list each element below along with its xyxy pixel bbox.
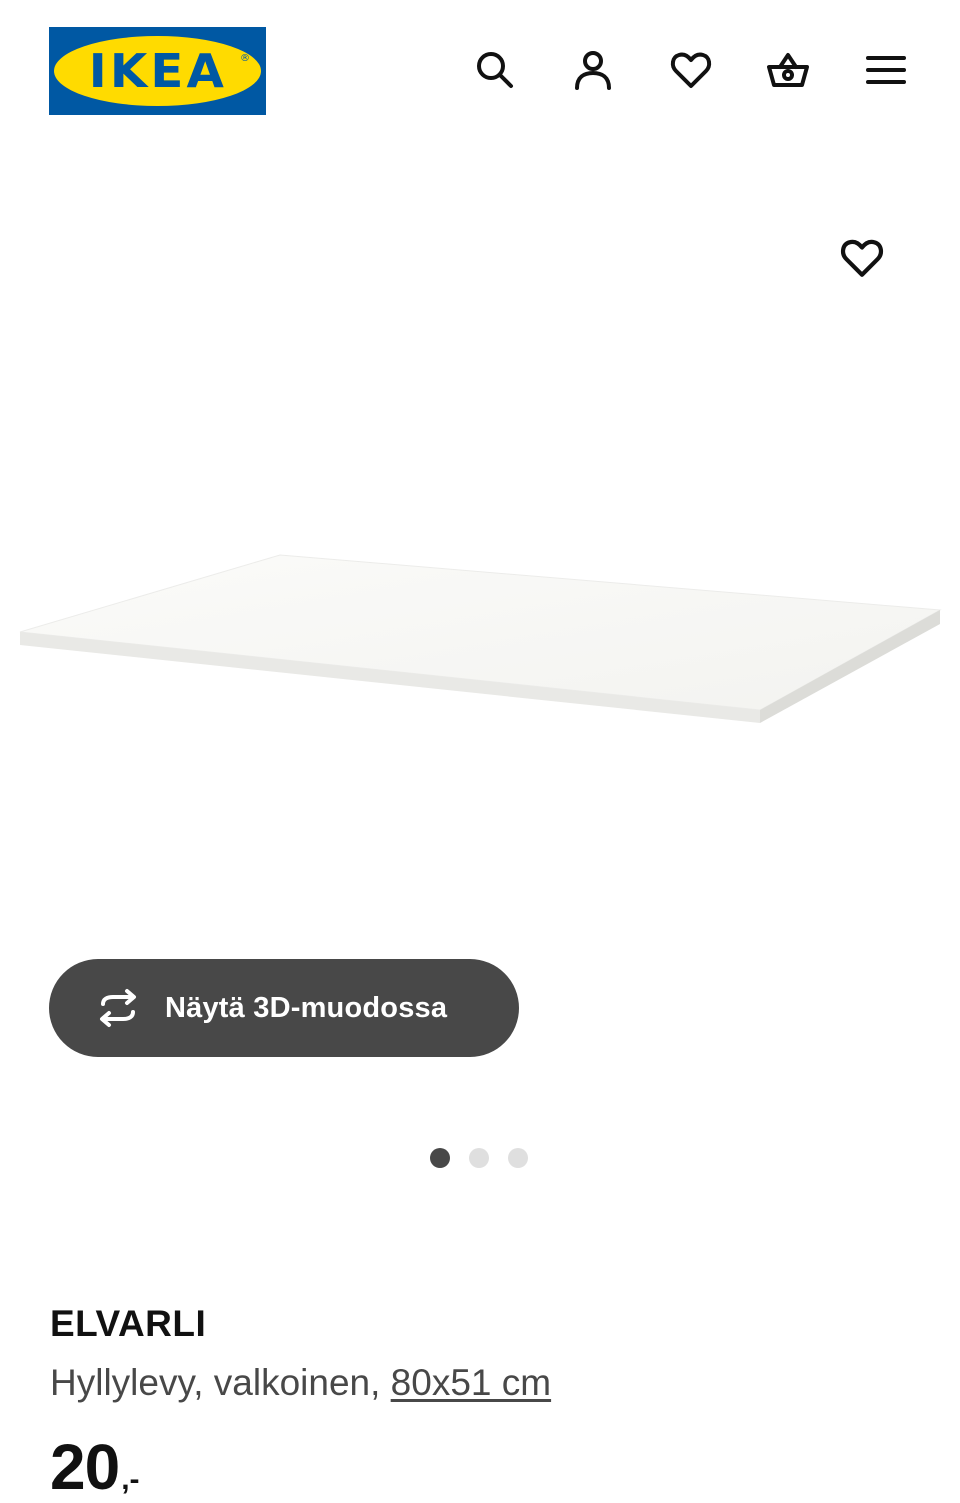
view-3d-button[interactable]: Näytä 3D-muodossa <box>49 959 519 1057</box>
product-image[interactable] <box>0 540 960 740</box>
carousel-indicator <box>430 1148 528 1168</box>
product-type-color: Hyllylevy, valkoinen, <box>50 1362 391 1403</box>
add-to-favorites-icon[interactable] <box>837 233 887 283</box>
product-description: Hyllylevy, valkoinen, 80x51 cm <box>50 1362 551 1404</box>
site-header: IKEA ® <box>0 0 960 140</box>
heart-icon[interactable] <box>667 46 715 94</box>
view-3d-label: Näytä 3D-muodossa <box>165 991 448 1024</box>
account-icon[interactable] <box>569 46 617 94</box>
product-page: IKEA ® Näytä 3D-muodossa ELVARLI Hyllyle… <box>0 0 960 1503</box>
logo-wordmark: IKEA <box>88 44 227 98</box>
rotate-icon <box>91 988 145 1028</box>
price-suffix: ,- <box>121 1463 140 1496</box>
carousel-dot-2[interactable] <box>469 1148 489 1168</box>
carousel-dot-1[interactable] <box>430 1148 450 1168</box>
logo-oval: IKEA <box>54 36 261 106</box>
logo-registered-mark: ® <box>240 53 250 64</box>
product-size-link[interactable]: 80x51 cm <box>391 1362 551 1403</box>
basket-icon[interactable] <box>764 46 812 94</box>
menu-icon[interactable] <box>862 46 910 94</box>
product-name: ELVARLI <box>50 1303 207 1344</box>
search-icon[interactable] <box>471 46 519 94</box>
ikea-logo[interactable]: IKEA ® <box>49 27 266 115</box>
price-integer: 20 <box>50 1431 120 1503</box>
product-price: 20 ,- <box>50 1430 140 1503</box>
carousel-dot-3[interactable] <box>508 1148 528 1168</box>
